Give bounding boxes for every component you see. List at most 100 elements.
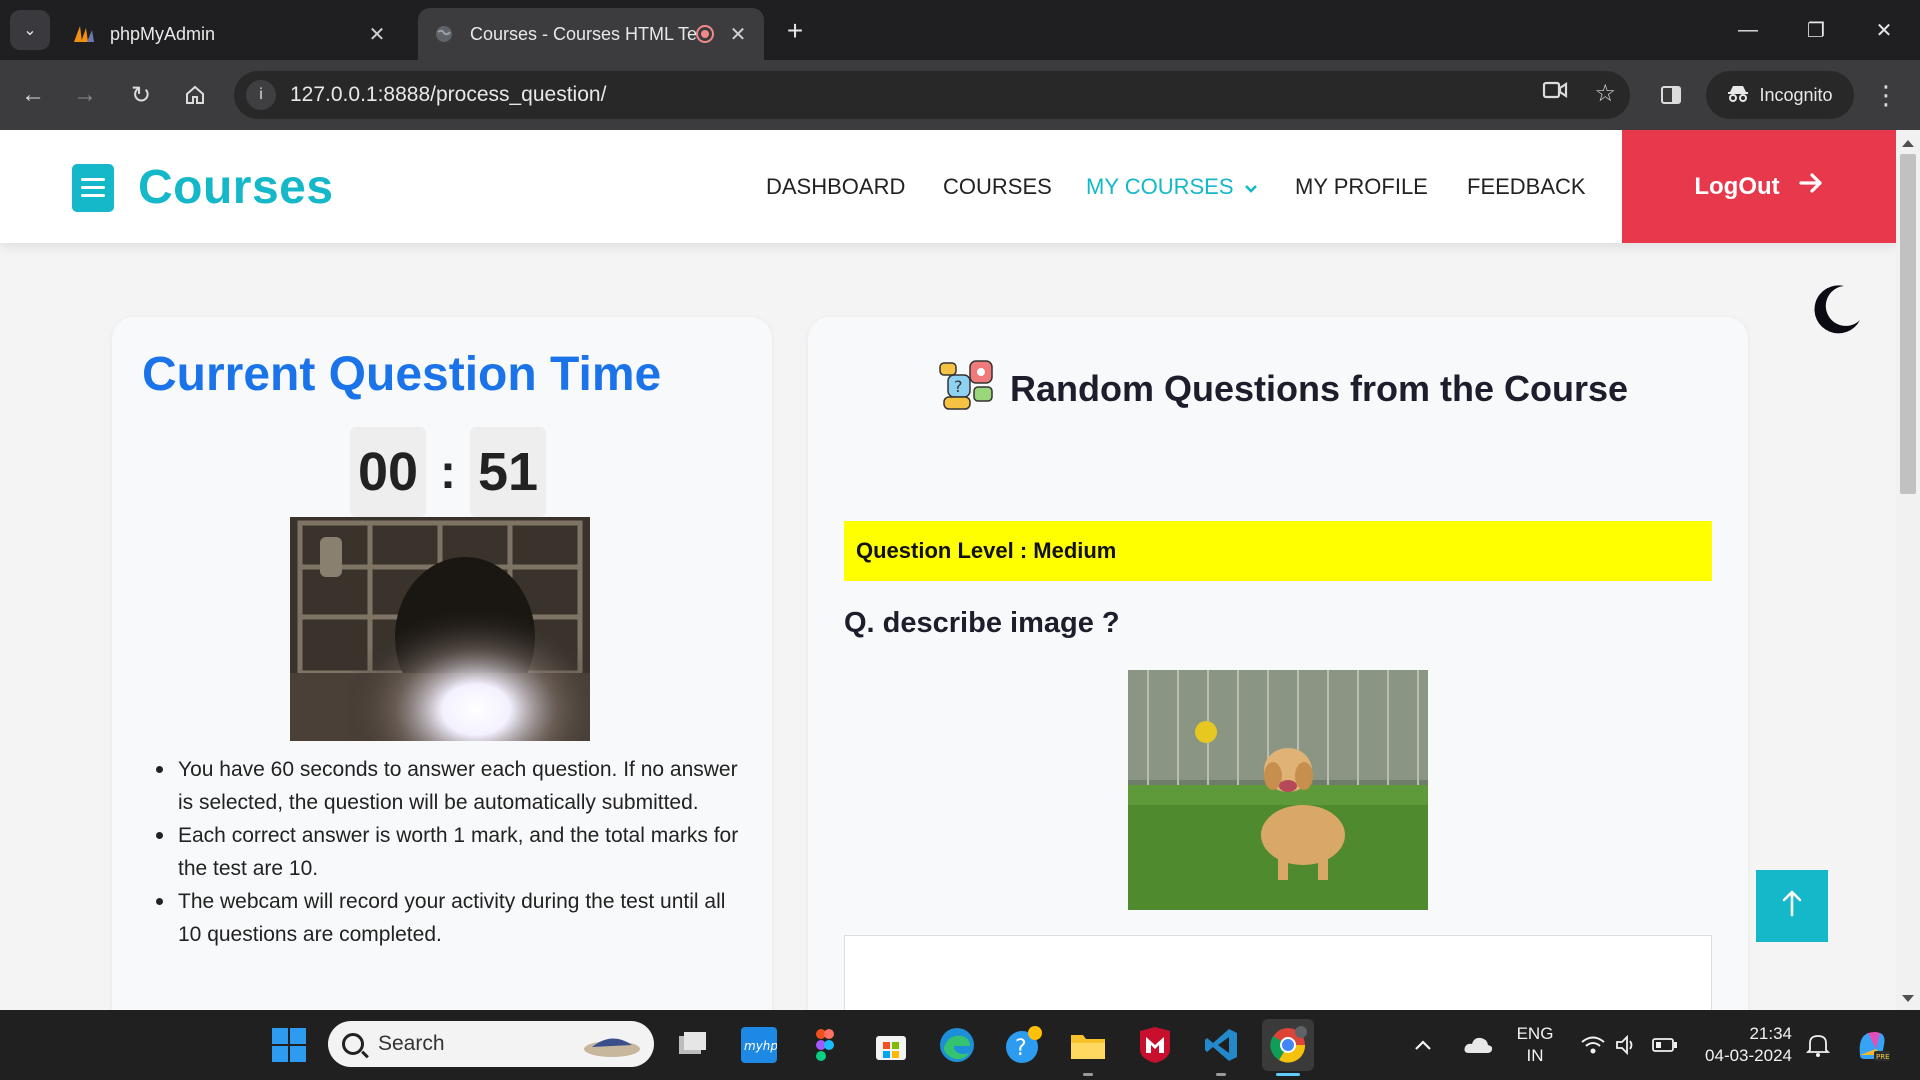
tab-title: Courses - Courses HTML Te — [470, 23, 696, 44]
tab-title: phpMyAdmin — [110, 23, 216, 44]
svg-text:myhp: myhp — [744, 1039, 777, 1053]
timer-separator: : — [440, 445, 456, 499]
show-hidden-icons-chevron-up-icon[interactable] — [1408, 1023, 1438, 1067]
page-scrollbar[interactable] — [1896, 130, 1920, 1010]
file-explorer-icon[interactable] — [1066, 1023, 1110, 1067]
back-icon[interactable]: ← — [12, 74, 54, 116]
help-tips-icon[interactable]: ? — [1002, 1023, 1046, 1067]
incognito-button[interactable]: Incognito — [1706, 71, 1854, 119]
globe-icon — [432, 22, 456, 46]
address-bar[interactable]: i 127.0.0.1:8888/process_question/ ☆ — [234, 71, 1630, 119]
onedrive-cloud-icon[interactable] — [1458, 1023, 1498, 1067]
volume-icon[interactable] — [1612, 1023, 1642, 1067]
incognito-label: Incognito — [1759, 84, 1833, 105]
dark-mode-toggle-moon-icon[interactable] — [1810, 282, 1864, 336]
chevron-down-icon: ⌄ — [23, 22, 37, 39]
test-rules-list: You have 60 seconds to answer each quest… — [154, 753, 744, 951]
question-image-dog — [1128, 670, 1428, 910]
forward-icon[interactable]: → — [64, 74, 106, 116]
edge-icon[interactable] — [935, 1023, 979, 1067]
answer-area[interactable] — [844, 935, 1712, 1010]
countdown-timer: 00 : 51 — [350, 427, 546, 517]
tab-search-button[interactable]: ⌄ — [10, 10, 50, 50]
timer-minutes: 00 — [350, 427, 426, 517]
nav-feedback[interactable]: FEEDBACK — [1467, 174, 1586, 200]
nav-dashboard[interactable]: DASHBOARD — [766, 174, 905, 200]
question-card-header: ? Random Questions from the Course — [939, 357, 1628, 420]
browser-toolbar: ← → ↻ i 127.0.0.1:8888/process_question/… — [0, 60, 1920, 130]
timer-heading: Current Question Time — [142, 348, 662, 401]
nav-courses[interactable]: COURSES — [943, 174, 1052, 200]
site-info-icon[interactable]: i — [246, 80, 276, 110]
app-running-indicator — [1216, 1073, 1226, 1076]
battery-icon[interactable] — [1648, 1023, 1682, 1067]
taskbar-search-box[interactable]: Search — [328, 1021, 654, 1067]
language-indicator[interactable]: ENG IN — [1510, 1023, 1560, 1067]
search-highlight-icon — [582, 1029, 642, 1065]
browser-menu-icon[interactable]: ⋮ — [1868, 74, 1904, 116]
copilot-icon[interactable]: PRE — [1850, 1023, 1894, 1067]
camera-in-use-icon[interactable] — [1542, 79, 1568, 108]
timer-card: Current Question Time 00 : 51 You have 6… — [112, 317, 772, 1010]
page-viewport: Courses DASHBOARD COURSES MY COURSES MY … — [0, 130, 1896, 1010]
browser-tab-strip: ⌄ phpMyAdmin ✕ Courses - Courses HTML Te… — [0, 0, 1920, 60]
site-logo[interactable]: Courses — [72, 160, 334, 215]
scroll-to-top-button[interactable] — [1756, 870, 1828, 942]
svg-text:PRE: PRE — [1876, 1053, 1890, 1061]
restore-icon[interactable]: ❐ — [1788, 8, 1844, 52]
svg-text:?: ? — [954, 377, 963, 396]
clock-time: 21:34 — [1749, 1024, 1792, 1043]
reload-icon[interactable]: ↻ — [120, 74, 162, 116]
wifi-icon[interactable] — [1576, 1023, 1610, 1067]
question-text: Q. describe image ? — [844, 607, 1120, 639]
rule-item: You have 60 seconds to answer each quest… — [154, 753, 744, 819]
mcafee-icon[interactable] — [1133, 1023, 1177, 1067]
question-level-banner: Question Level : Medium — [844, 521, 1712, 581]
task-view-icon[interactable] — [670, 1023, 714, 1067]
minimize-icon[interactable]: — — [1720, 8, 1776, 52]
recording-indicator-icon — [696, 25, 714, 43]
bookmark-star-icon[interactable]: ☆ — [1594, 79, 1616, 108]
close-tab-icon[interactable]: ✕ — [365, 22, 389, 47]
tab-courses[interactable]: Courses - Courses HTML Te ✕ — [418, 8, 764, 60]
clock[interactable]: 21:34 04-03-2024 — [1696, 1023, 1792, 1067]
microsoft-store-icon[interactable] — [869, 1023, 913, 1067]
webcam-feed — [290, 517, 590, 741]
logout-label: LogOut — [1694, 172, 1780, 200]
search-icon — [342, 1033, 364, 1055]
app-running-indicator — [1083, 1073, 1093, 1076]
myhp-icon[interactable]: myhp — [737, 1023, 781, 1067]
region-code: IN — [1526, 1046, 1544, 1065]
question-bubbles-icon: ? — [936, 357, 998, 420]
close-window-icon[interactable]: ✕ — [1856, 8, 1912, 52]
chevron-down-icon — [1244, 174, 1258, 200]
question-card-title: Random Questions from the Course — [1009, 367, 1629, 409]
arrow-right-icon — [1798, 172, 1824, 201]
arrow-up-icon — [1781, 887, 1803, 926]
windows-taskbar: Search myhp ? ENG IN 21:34 04-03-2024 PR… — [0, 1010, 1920, 1080]
nav-my-courses-label: MY COURSES — [1086, 174, 1234, 199]
notifications-icon[interactable] — [1800, 1023, 1836, 1067]
scroll-down-icon[interactable] — [1902, 995, 1914, 1002]
logout-button[interactable]: LogOut — [1622, 130, 1896, 243]
scroll-up-icon[interactable] — [1902, 140, 1914, 147]
home-icon[interactable] — [174, 74, 216, 116]
figma-icon[interactable] — [803, 1023, 847, 1067]
language-code: ENG — [1516, 1024, 1554, 1043]
url-text: 127.0.0.1:8888/process_question/ — [290, 83, 607, 106]
chrome-incognito-icon[interactable] — [1262, 1019, 1314, 1071]
timer-seconds: 51 — [469, 427, 546, 517]
new-tab-button[interactable]: + — [778, 14, 812, 48]
question-card: ? Random Questions from the Course Quest… — [808, 317, 1748, 1010]
nav-my-courses[interactable]: MY COURSES — [1086, 174, 1258, 200]
nav-my-profile[interactable]: MY PROFILE — [1295, 174, 1428, 200]
clock-date: 04-03-2024 — [1705, 1046, 1792, 1065]
site-header: Courses DASHBOARD COURSES MY COURSES MY … — [0, 130, 1896, 243]
vscode-icon[interactable] — [1199, 1023, 1243, 1067]
close-tab-icon[interactable]: ✕ — [726, 22, 750, 47]
rule-item: Each correct answer is worth 1 mark, and… — [154, 819, 744, 885]
side-panel-icon[interactable] — [1650, 74, 1692, 116]
tab-phpmyadmin[interactable]: phpMyAdmin ✕ — [58, 8, 403, 60]
scrollbar-thumb[interactable] — [1900, 154, 1916, 494]
windows-start-icon[interactable] — [267, 1023, 311, 1067]
